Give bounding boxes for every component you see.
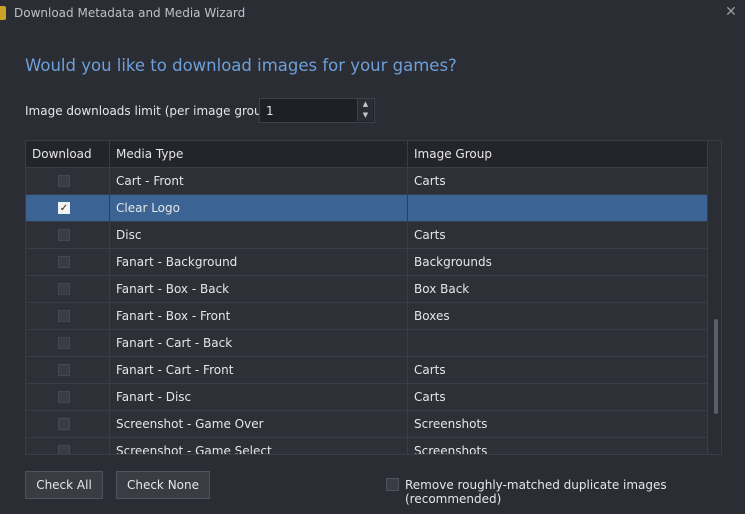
download-checkbox[interactable] <box>58 256 70 268</box>
media-type-cell: Fanart - Disc <box>110 384 408 410</box>
remove-duplicates-label[interactable]: Remove roughly-matched duplicate images … <box>405 478 745 506</box>
image-group-cell[interactable]: Carts <box>408 222 708 248</box>
close-icon[interactable]: ✕ <box>723 4 739 20</box>
download-cell <box>26 249 110 275</box>
column-header-image-group[interactable]: Image Group <box>408 141 708 167</box>
media-type-cell: Screenshot - Game Select <box>110 438 408 454</box>
download-checkbox[interactable]: ✓ <box>58 202 70 214</box>
image-group-cell[interactable]: Carts <box>408 384 708 410</box>
image-group-cell[interactable]: Screenshots <box>408 438 708 454</box>
wizard-heading: Would you like to download images for yo… <box>25 56 457 75</box>
image-group-cell[interactable]: Carts <box>408 357 708 383</box>
column-header-media-type[interactable]: Media Type <box>110 141 408 167</box>
download-checkbox[interactable] <box>58 229 70 241</box>
download-cell <box>26 303 110 329</box>
table-row[interactable]: Screenshot - Game Select Screenshots <box>26 438 708 454</box>
media-grid: Download Media Type Image Group Cart - F… <box>25 140 722 455</box>
download-checkbox[interactable] <box>58 337 70 349</box>
limit-label: Image downloads limit (per image group): <box>25 104 278 118</box>
download-checkbox[interactable] <box>58 310 70 322</box>
table-row[interactable]: Screenshot - Game Over Screenshots <box>26 411 708 438</box>
media-type-cell: Clear Logo <box>110 195 408 221</box>
download-checkbox[interactable] <box>58 283 70 295</box>
download-cell <box>26 330 110 356</box>
grid-header: Download Media Type Image Group <box>26 141 708 168</box>
download-cell <box>26 411 110 437</box>
image-group-cell[interactable]: Screenshots <box>408 411 708 437</box>
image-group-cell[interactable] <box>408 195 708 221</box>
download-cell <box>26 384 110 410</box>
table-row[interactable]: Fanart - Box - Back Box Back <box>26 276 708 303</box>
download-cell <box>26 276 110 302</box>
table-row[interactable]: Fanart - Cart - Back <box>26 330 708 357</box>
table-row[interactable]: Fanart - Box - Front Boxes <box>26 303 708 330</box>
spin-up-icon[interactable]: ▲ <box>357 99 373 110</box>
table-row[interactable]: Disc Carts <box>26 222 708 249</box>
column-header-download[interactable]: Download <box>26 141 110 167</box>
download-cell <box>26 438 110 454</box>
window-title: Download Metadata and Media Wizard <box>14 6 246 20</box>
spin-down-icon[interactable]: ▼ <box>357 110 373 121</box>
limit-input[interactable] <box>266 103 356 119</box>
download-cell <box>26 222 110 248</box>
media-type-cell: Fanart - Cart - Back <box>110 330 408 356</box>
media-type-cell: Screenshot - Game Over <box>110 411 408 437</box>
image-group-cell[interactable]: Backgrounds <box>408 249 708 275</box>
media-type-cell: Fanart - Box - Front <box>110 303 408 329</box>
image-group-cell[interactable]: Carts <box>408 168 708 194</box>
table-row[interactable]: Fanart - Cart - Front Carts <box>26 357 708 384</box>
download-checkbox[interactable] <box>58 175 70 187</box>
image-group-cell[interactable] <box>408 330 708 356</box>
download-checkbox[interactable] <box>58 391 70 403</box>
media-type-cell: Fanart - Background <box>110 249 408 275</box>
download-cell <box>26 357 110 383</box>
title-bar: Download Metadata and Media Wizard ✕ <box>0 0 745 28</box>
media-type-cell: Fanart - Cart - Front <box>110 357 408 383</box>
image-group-cell[interactable]: Boxes <box>408 303 708 329</box>
table-row[interactable]: Cart - Front Carts <box>26 168 708 195</box>
app-icon <box>0 6 6 20</box>
download-checkbox[interactable] <box>58 364 70 376</box>
download-cell: ✓ <box>26 195 110 221</box>
table-row[interactable]: Fanart - Disc Carts <box>26 384 708 411</box>
image-group-cell[interactable]: Box Back <box>408 276 708 302</box>
grid-scrollbar[interactable] <box>708 141 721 454</box>
media-type-cell: Fanart - Box - Back <box>110 276 408 302</box>
remove-duplicates-checkbox[interactable] <box>386 478 399 491</box>
download-cell <box>26 168 110 194</box>
limit-spinner: ▲ ▼ <box>259 98 375 123</box>
media-type-cell: Disc <box>110 222 408 248</box>
download-checkbox[interactable] <box>58 418 70 430</box>
scroll-thumb[interactable] <box>714 319 718 414</box>
check-none-button[interactable]: Check None <box>116 471 210 499</box>
media-type-cell: Cart - Front <box>110 168 408 194</box>
grid-rows: Cart - Front Carts ✓ Clear Logo Disc Carts Fan… <box>26 168 708 454</box>
check-all-button[interactable]: Check All <box>25 471 103 499</box>
table-row[interactable]: ✓ Clear Logo <box>26 195 708 222</box>
table-row[interactable]: Fanart - Background Backgrounds <box>26 249 708 276</box>
download-checkbox[interactable] <box>58 445 70 454</box>
